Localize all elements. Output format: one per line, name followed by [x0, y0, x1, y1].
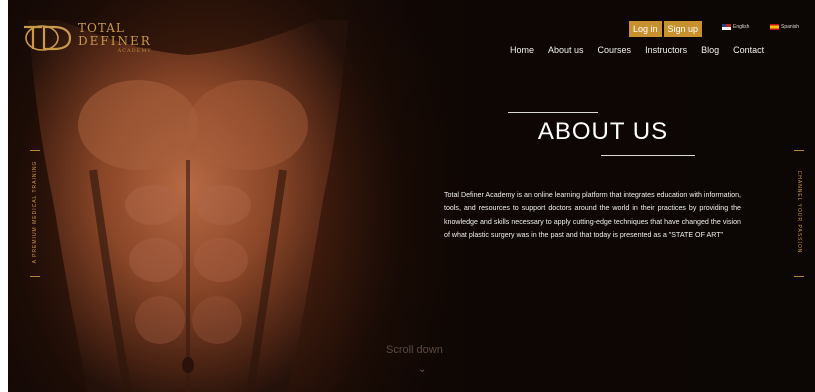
- nav-home[interactable]: Home: [510, 45, 534, 55]
- nav-courses[interactable]: Courses: [598, 45, 632, 55]
- hero-section: TOTAL DEFINER ACADEMY Log in Sign up Eng…: [8, 0, 815, 392]
- about-paragraph: Total Definer Academy is an online learn…: [444, 191, 741, 239]
- brand-line1: TOTAL: [78, 21, 125, 35]
- main-nav: Home About us Courses Instructors Blog C…: [510, 45, 764, 55]
- title-top-rule: [508, 112, 598, 113]
- right-vertical-text: CHANNEL YOUR PASSION: [796, 170, 802, 254]
- language-english-label: English: [733, 24, 750, 30]
- signup-button[interactable]: Sign up: [663, 21, 703, 37]
- left-vertical-text: A PREMIUM MEDICAL TRAINING: [32, 160, 38, 264]
- language-english[interactable]: English: [722, 24, 749, 30]
- login-button[interactable]: Log in: [629, 21, 662, 37]
- chevron-double-down-icon[interactable]: ⌄: [418, 364, 426, 375]
- brand-logo[interactable]: TOTAL DEFINER ACADEMY: [20, 22, 152, 54]
- auth-buttons: Log in Sign up: [629, 21, 703, 37]
- page-title-block: ABOUT US: [508, 112, 698, 156]
- nav-contact[interactable]: Contact: [733, 45, 764, 55]
- language-spanish[interactable]: Spanish: [770, 24, 799, 30]
- spain-flag-icon: [770, 24, 779, 30]
- nav-instructors[interactable]: Instructors: [645, 45, 687, 55]
- left-vertical-tagline: A PREMIUM MEDICAL TRAINING: [30, 150, 40, 277]
- page-title: ABOUT US: [537, 118, 669, 145]
- right-vertical-tagline: CHANNEL YOUR PASSION: [794, 150, 804, 277]
- title-bottom-rule: [601, 155, 695, 156]
- nav-blog[interactable]: Blog: [701, 45, 719, 55]
- td-monogram-icon: [24, 25, 72, 51]
- language-spanish-label: Spanish: [781, 24, 800, 30]
- scroll-down-label[interactable]: Scroll down: [386, 344, 443, 356]
- nav-about-us[interactable]: About us: [548, 45, 584, 55]
- brand-line2: DEFINER: [78, 34, 152, 48]
- brand-line3: ACADEMY: [117, 48, 152, 54]
- us-flag-icon: [722, 24, 731, 30]
